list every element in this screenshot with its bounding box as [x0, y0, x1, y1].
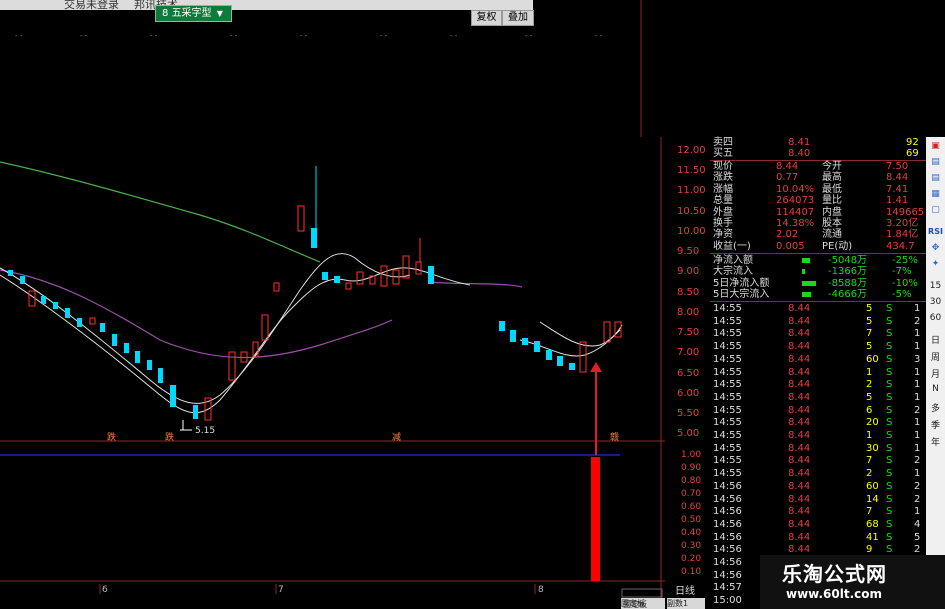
flow-row: 大宗流入 -1366万 -7% — [713, 266, 912, 278]
tick-row[interactable]: 14:55 8.44 30 S 1 — [710, 443, 945, 455]
svg-text:7: 7 — [278, 585, 284, 595]
period-n[interactable]: N — [926, 384, 945, 394]
tick-row[interactable]: 14:55 8.44 1 S 1 — [710, 430, 945, 442]
ma-purple-line-2 — [429, 281, 523, 288]
tick-row[interactable]: 14:55 8.44 5 S 1 — [710, 303, 945, 315]
up-arrow-icon — [590, 362, 602, 372]
period-day[interactable]: 日 — [926, 333, 945, 346]
ma-white-line-1 — [0, 253, 411, 404]
stat-row: 涨跌 0.77 最高 8.44 — [713, 172, 909, 184]
svg-text:跌: 跌 — [165, 432, 174, 443]
period-30[interactable]: 30 — [926, 297, 945, 307]
list-icon[interactable]: ▤ — [926, 173, 945, 183]
price-axis-column: 12.00 11.50 11.00 10.50 10.00 9.50 9.00 … — [621, 145, 706, 609]
tick-row[interactable]: 14:55 8.44 60 S 3 — [710, 354, 945, 366]
tick-row[interactable]: 14:55 8.44 7 S 1 — [710, 328, 945, 340]
move-icon[interactable]: ✥ — [926, 243, 945, 253]
rsi-button[interactable]: RSI — [926, 227, 945, 236]
volume-signal-bar — [591, 457, 600, 581]
tick-row[interactable]: 14:55 8.44 7 S 2 — [710, 455, 945, 467]
tick-row[interactable]: 14:55 8.44 20 S 1 — [710, 417, 945, 429]
svg-text:- -: - - — [15, 32, 23, 40]
watermark-url: www.60lt.com — [786, 587, 883, 601]
svg-text:8: 8 — [538, 585, 544, 595]
svg-text:- -: - - — [230, 32, 238, 40]
ma-purple-line — [0, 269, 393, 359]
zoom-icon[interactable]: ✦ — [926, 259, 945, 269]
stat-row: 收益(一) 0.005 PE(动) 434.7 — [713, 240, 915, 252]
quote-panel: 卖四 8.41 92 买五 8.40 69 现价 8.44 今开 7.50 涨跌 0.77… — [710, 137, 926, 609]
svg-text:- -: - - — [525, 32, 533, 40]
flow-row: 5日大宗流入 -4666万 -5% — [713, 289, 912, 301]
svg-text:- -: - - — [450, 32, 458, 40]
tick-row[interactable]: 14:55 8.44 2 S 1 — [710, 468, 945, 480]
tick-row[interactable]: 14:55 8.44 5 S 1 — [710, 341, 945, 353]
svg-text:- -: - - — [80, 32, 88, 40]
tick-row[interactable]: 14:56 8.44 68 S 4 — [710, 519, 945, 531]
grid-icon[interactable]: ▦ — [926, 189, 945, 199]
tick-row[interactable]: 14:55 8.44 1 S 1 — [710, 367, 945, 379]
tick-row[interactable]: 14:55 8.44 2 S 1 — [710, 379, 945, 391]
low-price-marker: 5.15 — [195, 426, 215, 436]
candlestick-chart[interactable]: - -- -- - - -- -- - - -- -- - 5.15 跌 跌 减… — [0, 0, 665, 609]
period-label[interactable]: 日线 — [675, 582, 695, 597]
stat-row: 总量 264073 量比 1.41 — [713, 195, 909, 207]
period-60[interactable]: 60 — [926, 313, 945, 323]
info-icon[interactable]: ▣ — [926, 141, 945, 151]
svg-text:- -: - - — [595, 32, 603, 40]
period-year[interactable]: 年 — [926, 435, 945, 448]
period-tab[interactable] — [621, 588, 663, 598]
stat-row: 现价 8.44 今开 7.50 — [713, 161, 909, 172]
watermark-title: 乐淘公式网 — [782, 562, 887, 586]
tick-row[interactable]: 14:56 8.44 41 S 5 — [710, 532, 945, 544]
side-toolbar: ▣ ▤ ▤ ▦ ▢ RSI ✥ ✦ 15 30 60 日 周 月 N 多 季 年 — [926, 137, 945, 609]
flow-row: 5日净流入额 -8588万 -10% — [713, 277, 918, 289]
candles — [8, 166, 622, 431]
stat-row: 净资 2.02 流通 1.84亿 — [713, 229, 919, 241]
bottom-tab-sub[interactable]: 副数1 — [667, 598, 705, 609]
svg-text:6: 6 — [102, 585, 108, 595]
flow-row: 净流入额 -5048万 -25% — [713, 255, 918, 266]
stat-row: 涨幅 10.04% 最低 7.41 — [713, 183, 909, 195]
svg-text:赣: 赣 — [610, 431, 619, 443]
svg-text:- -: - - — [300, 32, 308, 40]
tick-row[interactable]: 14:55 8.44 6 S 2 — [710, 405, 945, 417]
bottom-tab-fixed-label[interactable]: 固定板 — [621, 598, 645, 609]
top-dot-markers: - -- -- - - -- -- - - -- -- - — [15, 32, 603, 40]
period-15[interactable]: 15 — [926, 281, 945, 291]
tick-row[interactable]: 14:56 8.44 60 S 2 — [710, 481, 945, 493]
tick-row[interactable]: 14:55 8.44 5 S 1 — [710, 392, 945, 404]
tick-row[interactable]: 14:56 8.44 7 S 1 — [710, 506, 945, 518]
period-month[interactable]: 月 — [926, 367, 945, 380]
svg-text:减: 减 — [392, 431, 401, 443]
chart-icon[interactable]: ▤ — [926, 157, 945, 167]
watermark: 乐淘公式网 www.60lt.com — [760, 555, 945, 609]
tick-row[interactable]: 14:55 8.44 5 S 2 — [710, 316, 945, 328]
box-icon[interactable]: ▢ — [926, 205, 945, 215]
date-axis-labels: 6 7 8 — [102, 585, 544, 595]
svg-text:- -: - - — [150, 32, 158, 40]
period-week[interactable]: 周 — [926, 350, 945, 363]
tick-row[interactable]: 14:56 8.44 14 S 2 — [710, 494, 945, 506]
stat-row: 外盘 114407 内盘 149665 — [713, 206, 925, 218]
svg-text:- -: - - — [380, 32, 388, 40]
stat-row: 换手 14.38% 股本 3.20亿 — [713, 218, 919, 229]
ma-green-line — [0, 161, 321, 263]
period-multi[interactable]: 多 — [926, 401, 945, 414]
svg-text:跌: 跌 — [107, 432, 116, 443]
ma-white-line-2 — [0, 267, 471, 414]
period-quarter[interactable]: 季 — [926, 418, 945, 431]
